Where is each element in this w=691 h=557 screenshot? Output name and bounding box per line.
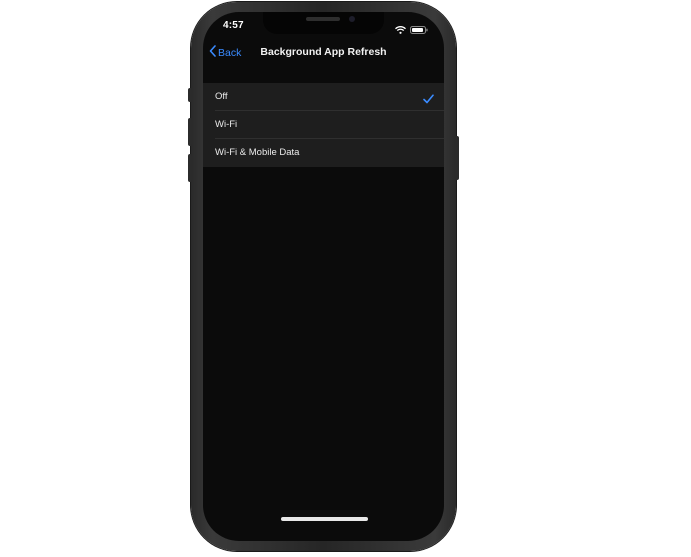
option-wifi[interactable]: Wi-Fi bbox=[203, 111, 444, 139]
earpiece-speaker bbox=[306, 17, 340, 21]
volume-up-button bbox=[188, 118, 192, 146]
status-time: 4:57 bbox=[223, 20, 244, 31]
checkmark-icon bbox=[423, 91, 434, 109]
page-title: Background App Refresh bbox=[260, 46, 387, 58]
option-off[interactable]: Off bbox=[203, 83, 444, 111]
mute-switch bbox=[188, 88, 192, 102]
battery-icon bbox=[410, 21, 428, 39]
phone-screen: 4:57 Back Background App Refresh Off Wi-… bbox=[203, 12, 444, 541]
option-label: Wi-Fi & Mobile Data bbox=[215, 147, 300, 158]
stage: 4:57 Back Background App Refresh Off Wi-… bbox=[0, 0, 691, 557]
front-camera bbox=[349, 16, 355, 22]
option-wifi-mobile-data[interactable]: Wi-Fi & Mobile Data bbox=[203, 139, 444, 167]
volume-down-button bbox=[188, 154, 192, 182]
home-indicator[interactable] bbox=[281, 517, 368, 521]
notch bbox=[263, 12, 384, 34]
option-label: Wi-Fi bbox=[215, 119, 238, 130]
status-icons bbox=[395, 21, 428, 39]
wifi-icon bbox=[395, 21, 406, 39]
refresh-options-list: Off Wi-Fi Wi-Fi & Mobile Data bbox=[203, 83, 444, 167]
option-label: Off bbox=[215, 91, 228, 102]
navigation-bar: Back Background App Refresh bbox=[203, 42, 444, 66]
power-button bbox=[455, 136, 459, 180]
